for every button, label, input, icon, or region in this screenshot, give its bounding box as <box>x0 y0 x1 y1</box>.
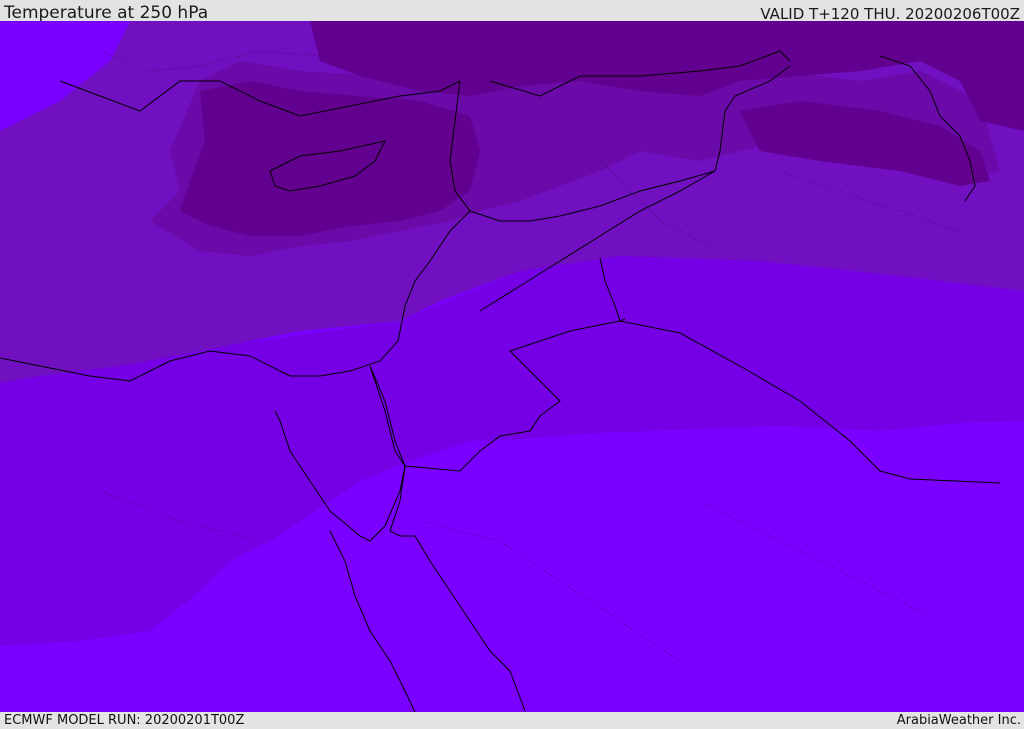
footer-bar: ECMWF MODEL RUN: 20200201T00Z ArabiaWeat… <box>0 712 1024 729</box>
credit-label: ArabiaWeather Inc. <box>896 713 1021 728</box>
model-run-label: ECMWF MODEL RUN: 20200201T00Z <box>4 713 245 728</box>
header-bar: Temperature at 250 hPa VALID T+120 THU. … <box>0 0 1024 23</box>
map-canvas <box>0 21 1024 712</box>
temperature-map <box>0 21 1024 712</box>
weather-map-page: Temperature at 250 hPa VALID T+120 THU. … <box>0 0 1024 729</box>
